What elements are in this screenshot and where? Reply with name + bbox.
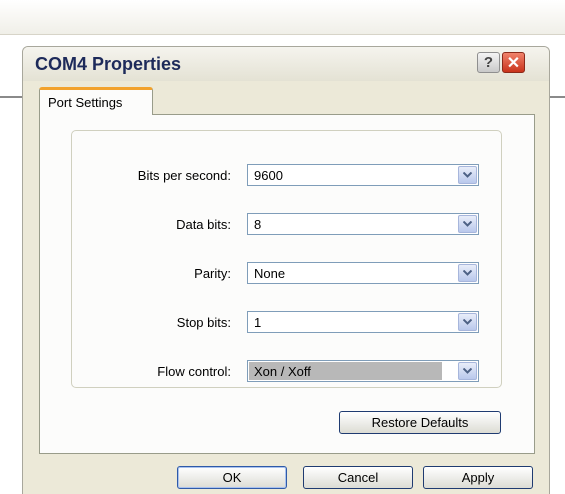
cancel-button[interactable]: Cancel	[303, 466, 413, 489]
background-window-edge	[0, 0, 565, 35]
title-bar[interactable]: COM4 Properties ? ✕	[23, 47, 549, 81]
tab-panel: Bits per second: 9600 Data bits: 8 Parit…	[39, 114, 535, 454]
parity-value: None	[254, 266, 286, 281]
tab-label: Port Settings	[48, 95, 123, 110]
port-settings-group: Bits per second: 9600 Data bits: 8 Parit…	[71, 130, 502, 388]
stop-bits-value: 1	[254, 315, 262, 330]
chevron-down-icon[interactable]	[458, 264, 477, 282]
dialog-title: COM4 Properties	[35, 54, 182, 74]
parity-select[interactable]: None	[247, 262, 479, 284]
bits-per-second-select[interactable]: 9600	[247, 164, 479, 186]
flow-control-label: Flow control:	[157, 364, 231, 379]
bits-per-second-label: Bits per second:	[137, 168, 231, 183]
chevron-down-icon[interactable]	[458, 362, 477, 380]
flow-control-select[interactable]: Xon / Xoff	[247, 360, 479, 382]
chevron-down-icon[interactable]	[458, 313, 477, 331]
apply-button[interactable]: Apply	[423, 466, 533, 489]
data-bits-label: Data bits:	[176, 217, 231, 232]
stop-bits-label: Stop bits:	[176, 315, 231, 330]
com-properties-dialog: COM4 Properties ? ✕ Port Settings Bits p…	[22, 46, 550, 494]
data-bits-value: 8	[254, 217, 262, 232]
chevron-down-icon[interactable]	[458, 215, 477, 233]
stop-bits-select[interactable]: 1	[247, 311, 479, 333]
help-icon: ?	[483, 54, 494, 71]
ok-button[interactable]: OK	[177, 466, 287, 489]
close-button[interactable]: ✕	[502, 52, 525, 73]
background-line	[0, 96, 22, 98]
restore-defaults-button[interactable]: Restore Defaults	[339, 411, 501, 434]
background-line	[548, 96, 565, 98]
chevron-down-icon[interactable]	[458, 166, 477, 184]
data-bits-select[interactable]: 8	[247, 213, 479, 235]
bits-per-second-value: 9600	[254, 168, 283, 183]
parity-label: Parity:	[194, 266, 231, 281]
help-button[interactable]: ?	[477, 52, 500, 73]
flow-control-value: Xon / Xoff	[254, 364, 311, 379]
tab-port-settings[interactable]: Port Settings	[39, 87, 153, 115]
close-icon: ✕	[506, 54, 521, 72]
